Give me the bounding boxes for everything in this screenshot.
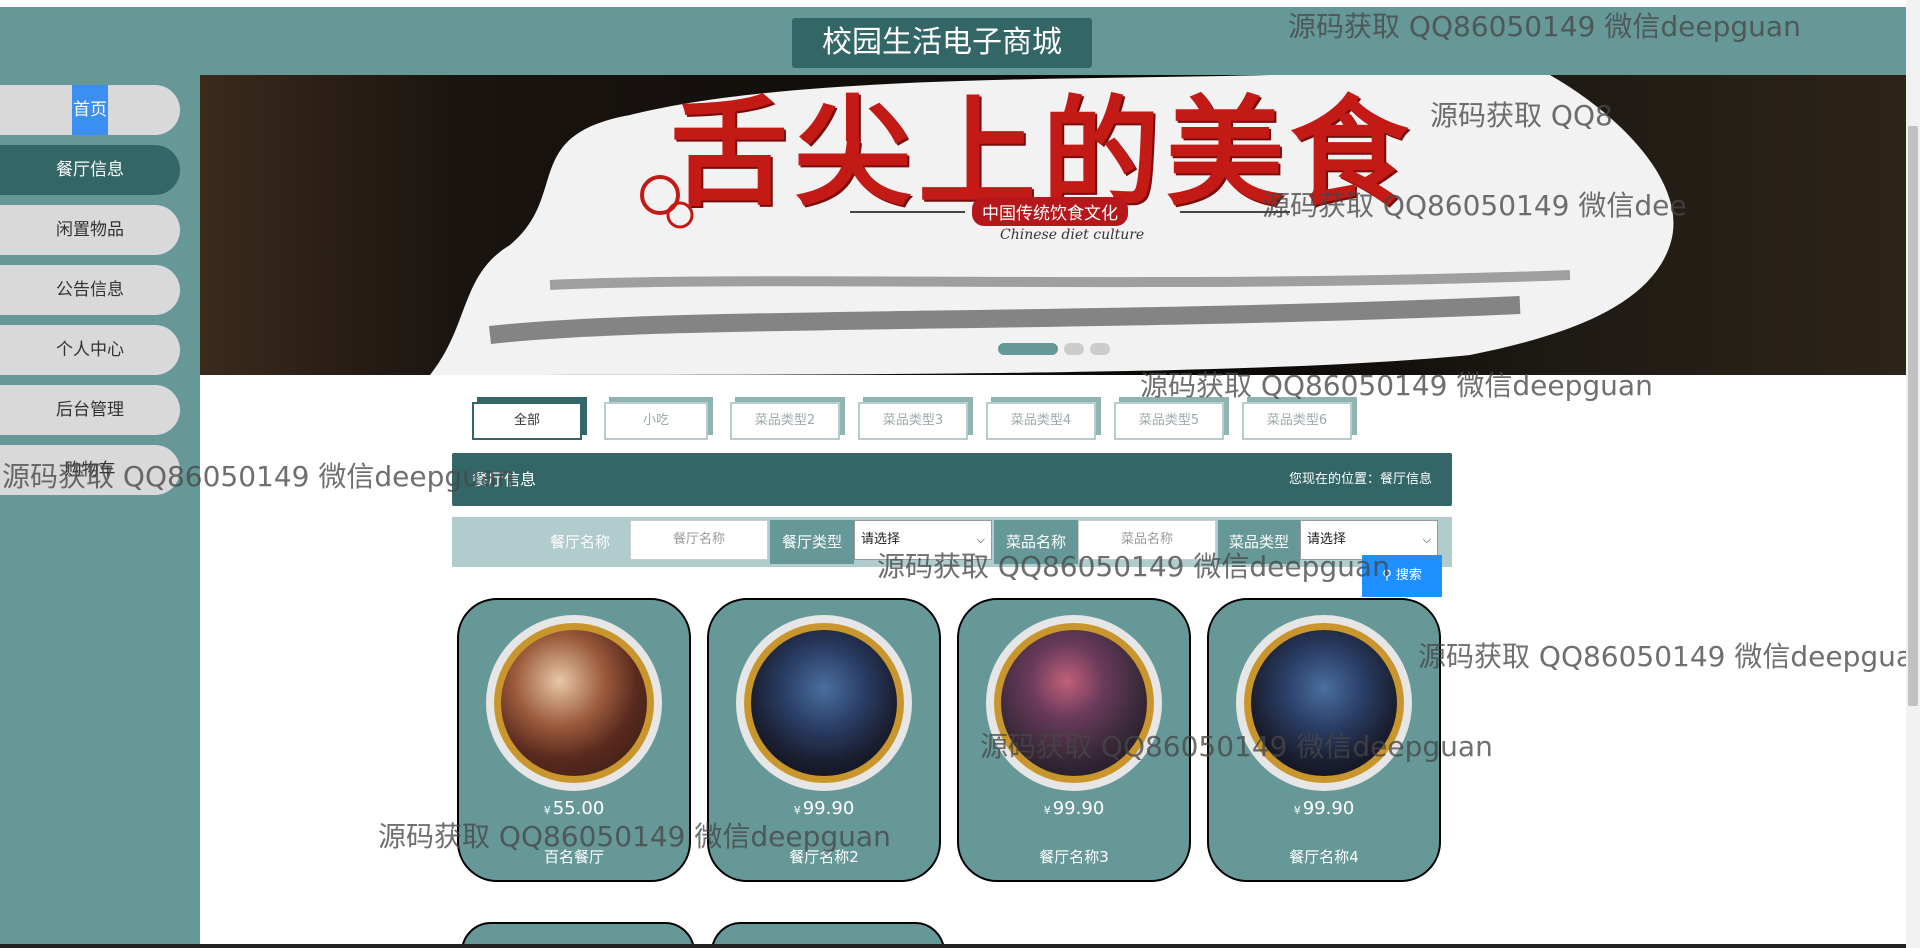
search-button[interactable]: ⚲ 搜索	[1362, 555, 1442, 597]
dish-type-select[interactable]: 请选择 ⌵	[1300, 520, 1438, 560]
vertical-scrollbar[interactable]	[1906, 0, 1920, 948]
card-price: ¥99.90	[1043, 798, 1105, 819]
restaurant-name-label: 餐厅名称	[549, 533, 610, 551]
carousel-dot-active[interactable]	[998, 343, 1058, 355]
sidebar-item-cart[interactable]: 购物车	[0, 445, 180, 495]
restaurant-type-select[interactable]: 请选择 ⌵	[854, 520, 992, 560]
sidebar-item-restaurants[interactable]: 餐厅信息	[0, 145, 180, 195]
dish-type-label: 菜品类型	[1218, 520, 1300, 564]
card-price: ¥55.00	[543, 798, 605, 819]
select-value: 请选择	[1307, 532, 1347, 547]
site-title: 校园生活电子商城	[792, 18, 1092, 68]
tab-all[interactable]: 全部	[472, 402, 582, 440]
top-header: 校园生活电子商城	[0, 7, 1908, 75]
section-title: 餐厅信息	[472, 470, 537, 489]
restaurant-image[interactable]	[501, 630, 647, 776]
chevron-down-icon: ⌵	[976, 533, 985, 546]
select-value: 请选择	[861, 532, 901, 547]
sidebar-item-announcements[interactable]: 公告信息	[0, 265, 180, 315]
carousel-dot[interactable]	[1090, 343, 1110, 355]
card-restaurant-name[interactable]: 餐厅名称2	[709, 846, 939, 867]
sidebar-item-admin[interactable]: 后台管理	[0, 385, 180, 435]
card-restaurant-name[interactable]: 餐厅名称3	[959, 846, 1189, 867]
restaurant-type-label: 餐厅类型	[770, 520, 854, 564]
sidebar-item-second-hand[interactable]: 闲置物品	[0, 205, 180, 255]
dish-name-label: 菜品名称	[994, 520, 1078, 564]
restaurant-card[interactable]: ¥99.90 餐厅名称3	[957, 598, 1191, 882]
banner-divider	[850, 211, 965, 213]
restaurant-card[interactable]: ¥99.90 餐厅名称4	[1207, 598, 1441, 882]
restaurant-image-frame	[1236, 615, 1412, 791]
banner-carousel[interactable]: 舌尖上的美食 中国传统饮食文化 Chinese diet culture	[200, 75, 1906, 375]
chevron-down-icon: ⌵	[1422, 533, 1431, 546]
sidebar-item-personal-center[interactable]: 个人中心	[0, 325, 180, 375]
search-bar: 餐厅名称 餐厅名称 餐厅类型 请选择 ⌵ 菜品名称 菜品名称 菜品类型 请选择 ⌵	[452, 517, 1452, 567]
search-button-label: 搜索	[1395, 568, 1422, 583]
restaurant-card[interactable]: ¥55.00 百名餐厅	[457, 598, 691, 882]
restaurant-image-frame	[486, 615, 662, 791]
breadcrumb: 您现在的位置：餐厅信息	[1288, 472, 1432, 487]
restaurant-card[interactable]: ¥99.90 餐厅名称2	[707, 598, 941, 882]
tab-snack[interactable]: 小吃	[604, 402, 708, 440]
section-header: 餐厅信息 您现在的位置：餐厅信息	[452, 453, 1452, 506]
banner-divider	[1180, 211, 1290, 213]
carousel-dot[interactable]	[1064, 343, 1084, 355]
search-icon: ⚲	[1382, 568, 1392, 583]
restaurant-name-input[interactable]: 餐厅名称	[630, 520, 768, 560]
banner-subtitle: 中国传统饮食文化	[972, 197, 1128, 226]
scrollbar-thumb[interactable]	[1908, 126, 1918, 706]
tab-dish-type-4[interactable]: 菜品类型4	[986, 402, 1096, 440]
window-bottom-edge	[0, 944, 1906, 948]
card-restaurant-name[interactable]: 餐厅名称4	[1209, 846, 1439, 867]
tab-dish-type-6[interactable]: 菜品类型6	[1242, 402, 1352, 440]
tab-dish-type-5[interactable]: 菜品类型5	[1114, 402, 1224, 440]
restaurant-image[interactable]	[1251, 630, 1397, 776]
restaurant-image-frame	[986, 615, 1162, 791]
banner-english-subtitle: Chinese diet culture	[1000, 227, 1145, 243]
restaurant-image-frame	[736, 615, 912, 791]
card-restaurant-name[interactable]: 百名餐厅	[459, 846, 689, 867]
dish-name-input[interactable]: 菜品名称	[1078, 520, 1216, 560]
tab-dish-type-3[interactable]: 菜品类型3	[858, 402, 968, 440]
page: 校园生活电子商城 首页 餐厅信息 闲置物品 公告信息 个人中心 后台管理 购物车…	[0, 0, 1920, 948]
sidebar-item-home[interactable]: 首页	[0, 85, 180, 135]
sidebar: 首页 餐厅信息 闲置物品 公告信息 个人中心 后台管理 购物车	[0, 75, 200, 948]
card-price: ¥99.90	[793, 798, 855, 819]
watermark-text: 源码获取 QQ86050149 微信deepgua	[1418, 640, 1914, 673]
tab-dish-type-2[interactable]: 菜品类型2	[730, 402, 840, 440]
restaurant-image[interactable]	[1001, 630, 1147, 776]
card-price: ¥99.90	[1293, 798, 1355, 819]
restaurant-image[interactable]	[751, 630, 897, 776]
sidebar-item-label: 首页	[72, 85, 108, 135]
